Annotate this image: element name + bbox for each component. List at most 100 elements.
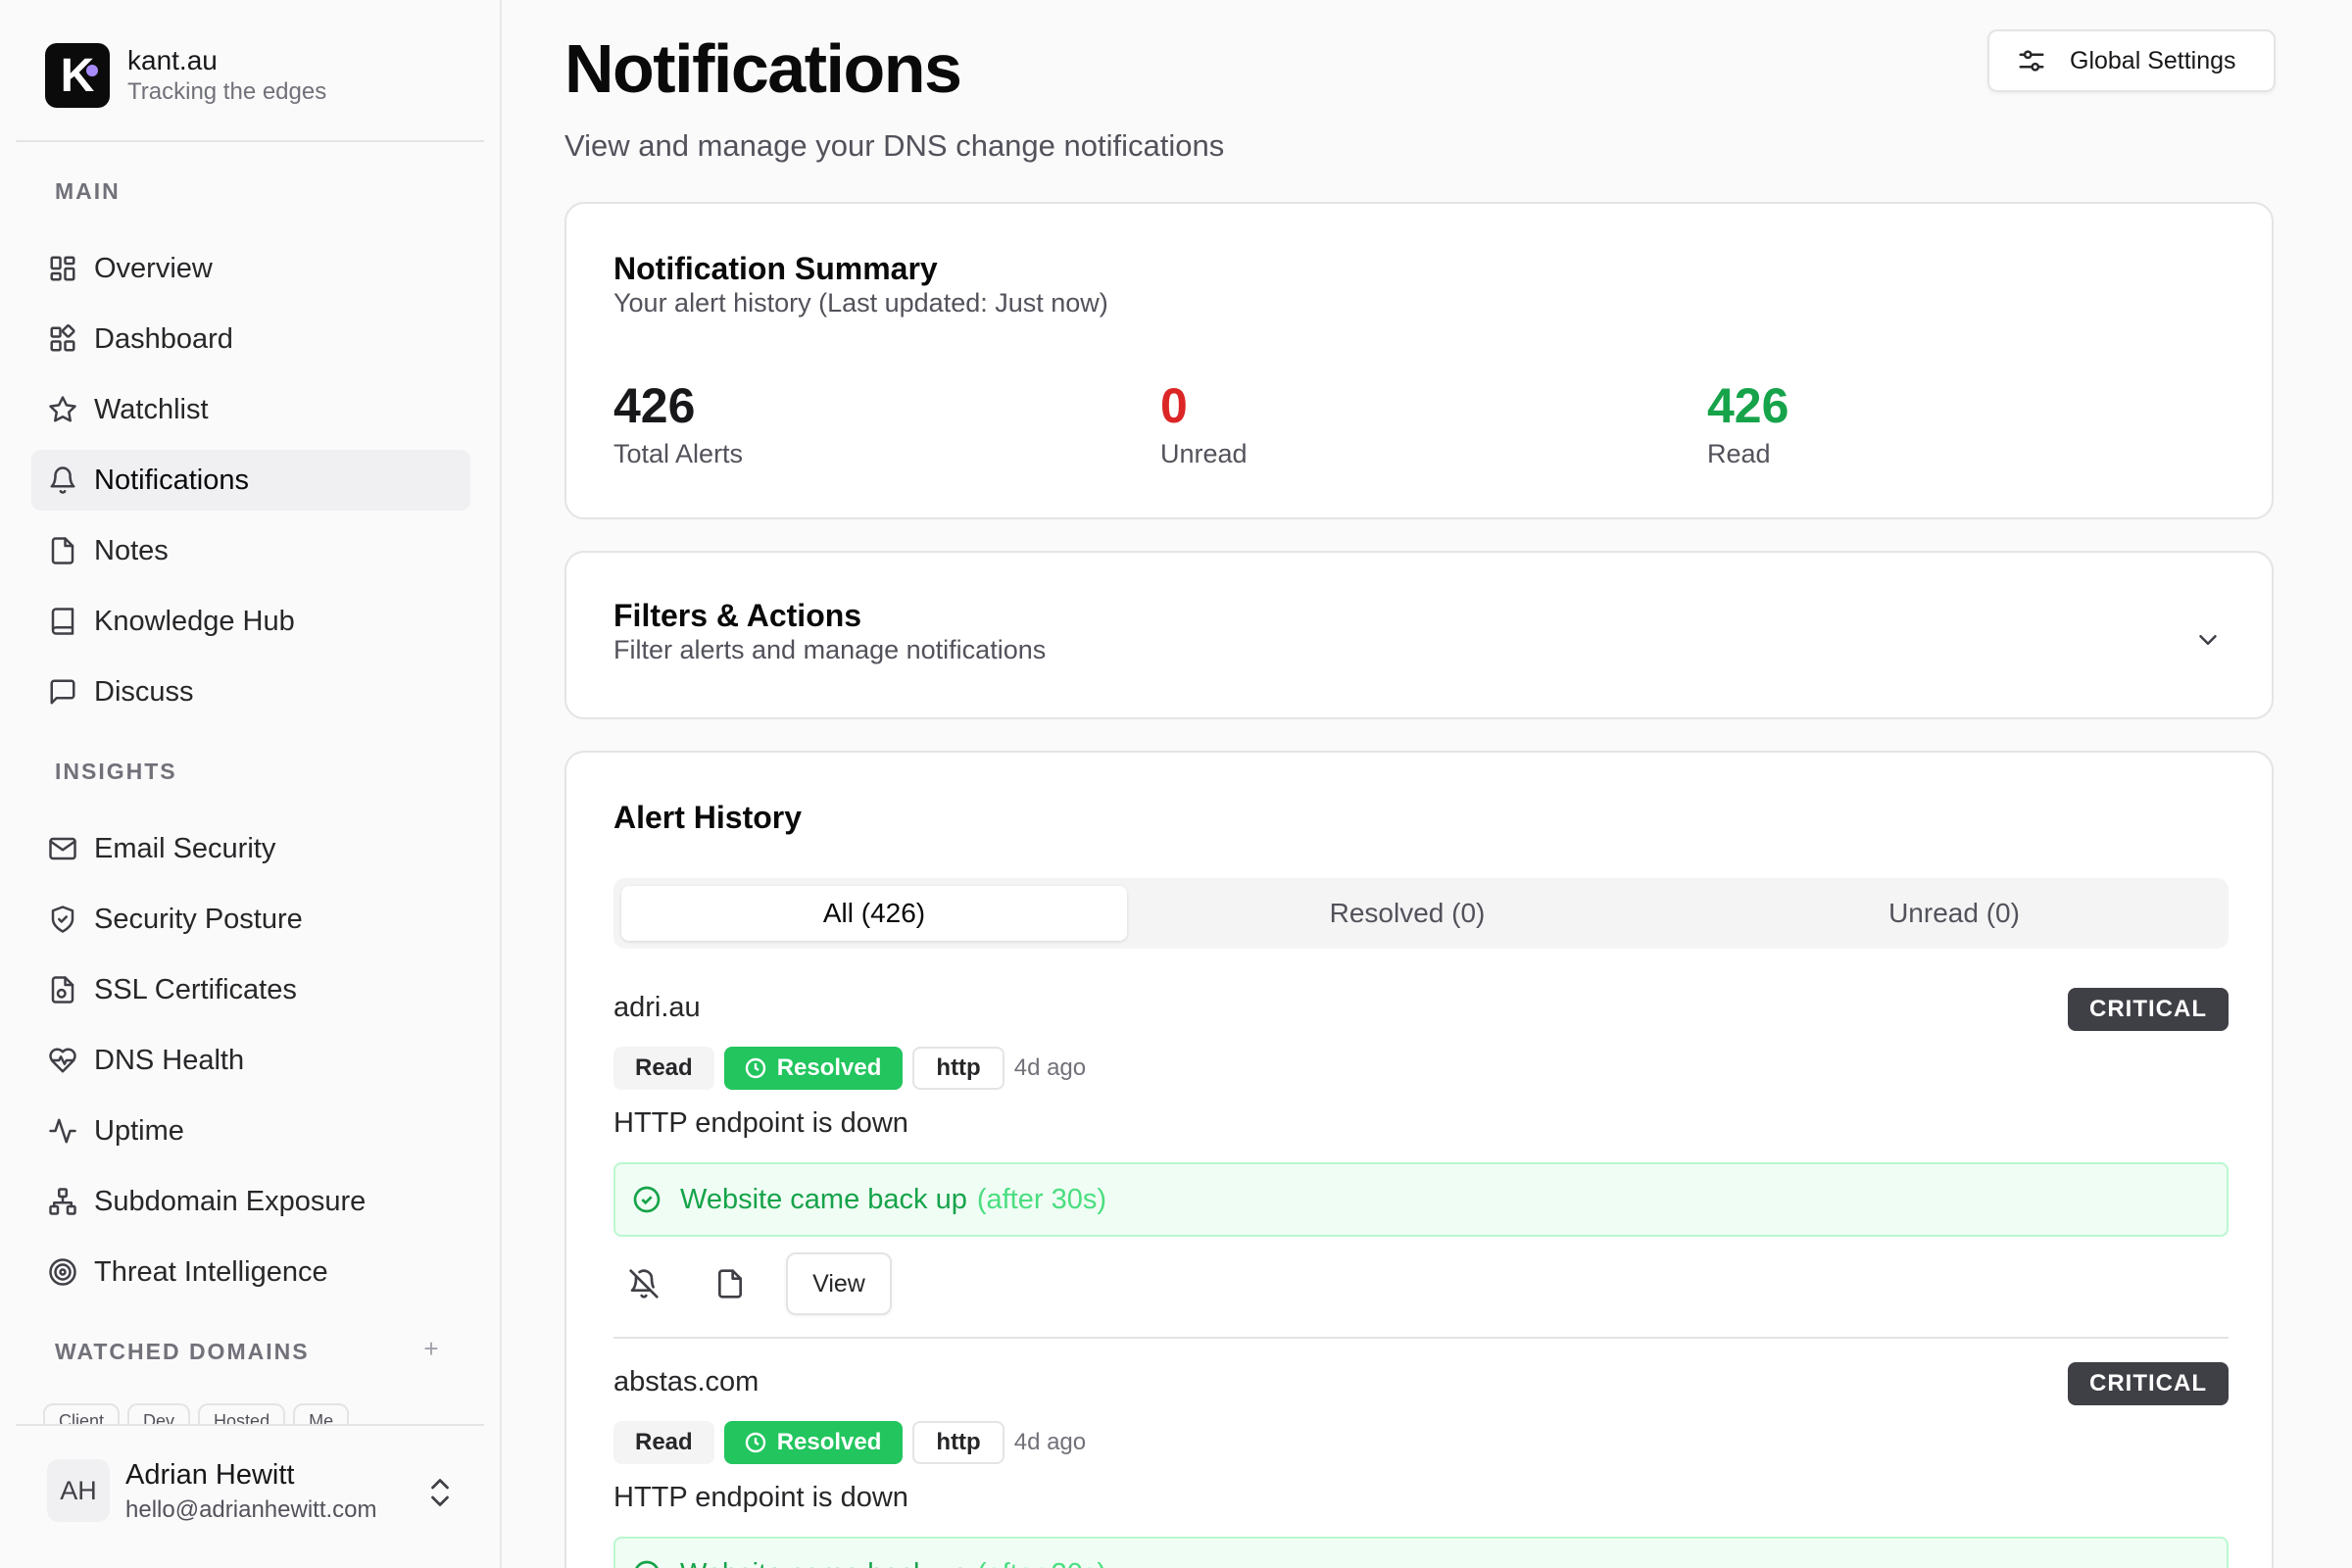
alert-message: HTTP endpoint is down [613, 1107, 908, 1139]
filters-title: Filters & Actions [613, 598, 862, 633]
recovery-text: Website came back up [680, 1558, 967, 1568]
stat-value: 426 [1707, 378, 1789, 433]
sidebar-item-label: Watchlist [94, 393, 209, 425]
stat-value: 0 [1160, 378, 1188, 433]
view-button[interactable]: View [786, 1252, 892, 1315]
sidebar-item-label: Discuss [94, 675, 194, 708]
domain-tag[interactable]: Client [43, 1403, 121, 1425]
page-subtitle: View and manage your DNS change notifica… [564, 128, 1225, 163]
alert-history-title: Alert History [613, 800, 803, 835]
severity-badge: CRITICAL [2068, 988, 2229, 1031]
domain-tag-row: Client Dev Hosted Me [43, 1403, 350, 1425]
recovery-detail: (after 30s) [976, 1183, 1107, 1215]
protocol-badge: http [912, 1047, 1004, 1090]
alert-time: 4d ago [1013, 1429, 1087, 1455]
filters-card[interactable]: Filters & Actions Filter alerts and mana… [564, 551, 2274, 719]
sidebar-item-label: DNS Health [94, 1044, 245, 1076]
grid-icon [47, 253, 78, 284]
book-icon [47, 606, 78, 637]
alert-domain[interactable]: adri.au [613, 992, 701, 1024]
sidebar-item-email-security[interactable]: Email Security [31, 818, 470, 879]
tab-unread[interactable]: Unread (0) [1688, 886, 2221, 941]
mute-button[interactable] [613, 1253, 674, 1314]
filters-subtitle: Filter alerts and manage notifications [613, 635, 1047, 664]
alert-message: HTTP endpoint is down [613, 1482, 908, 1513]
mail-icon [47, 833, 78, 864]
sidebar-item-dns-health[interactable]: DNS Health [31, 1030, 470, 1091]
file-icon [47, 535, 78, 566]
domain-tag[interactable]: Me [293, 1403, 350, 1425]
brand-tagline: Tracking the edges [127, 78, 327, 105]
logo-dot [86, 65, 98, 76]
stat-total: 426 Total Alerts [613, 376, 743, 469]
section-label-watched-domains: WATCHED DOMAINS [55, 1339, 310, 1364]
sidebar-item-threat-intelligence[interactable]: Threat Intelligence [31, 1242, 470, 1302]
severity-badge: CRITICAL [2068, 1362, 2229, 1405]
alert-time: 4d ago [1013, 1054, 1087, 1081]
add-domain-button[interactable]: + [419, 1336, 443, 1361]
protocol-badge: http [912, 1421, 1004, 1464]
sidebar-item-notifications[interactable]: Notifications [31, 450, 470, 511]
global-settings-label: Global Settings [2070, 46, 2236, 74]
stat-value: 426 [613, 378, 696, 433]
read-badge: Read [613, 1421, 714, 1464]
domain-tag[interactable]: Hosted [198, 1403, 286, 1425]
sidebar-item-overview[interactable]: Overview [31, 238, 470, 299]
alert-domain[interactable]: abstas.com [613, 1366, 759, 1398]
tab-all[interactable]: All (426) [621, 886, 1127, 941]
brand[interactable]: K kant.au Tracking the edges [45, 43, 326, 108]
clock-icon [745, 1057, 765, 1079]
divider [16, 140, 484, 142]
sidebar-item-ssl-certificates[interactable]: SSL Certificates [31, 959, 470, 1020]
page-title: Notifications [564, 30, 962, 107]
summary-card: Notification Summary Your alert history … [564, 202, 2274, 519]
network-icon [47, 1186, 78, 1217]
stat-label: Unread [1160, 439, 1248, 468]
stat-unread: 0 Unread [1160, 376, 1248, 469]
widgets-icon [47, 323, 78, 355]
recovery-detail: (after 30s) [977, 1558, 1106, 1568]
sidebar-item-label: Security Posture [94, 903, 303, 935]
check-circle-icon [635, 1560, 659, 1568]
sidebar-item-label: Subdomain Exposure [94, 1185, 367, 1217]
sidebar-item-label: Threat Intelligence [94, 1255, 328, 1288]
summary-subtitle: Your alert history (Last updated: Just n… [613, 288, 1108, 318]
star-icon [47, 394, 78, 425]
domain-tag[interactable]: Dev [127, 1403, 191, 1425]
sidebar-item-watchlist[interactable]: Watchlist [31, 379, 470, 440]
user-name: Adrian Hewitt [125, 1459, 295, 1491]
sidebar-item-label: Notifications [94, 464, 249, 496]
alert-history-card: Alert History All (426) Resolved (0) Unr… [564, 751, 2274, 1568]
global-settings-button[interactable]: Global Settings [1987, 29, 2276, 92]
shield-icon [47, 904, 78, 935]
avatar: AH [47, 1459, 110, 1522]
sidebar-item-discuss[interactable]: Discuss [31, 662, 470, 722]
stat-read: 426 Read [1707, 376, 1788, 469]
heart-pulse-icon [47, 1045, 78, 1076]
brand-name: kant.au [127, 45, 218, 75]
sidebar: K kant.au Tracking the edges MAIN Overvi… [0, 0, 502, 1568]
stat-label: Read [1707, 439, 1771, 468]
sidebar-item-dashboard[interactable]: Dashboard [31, 309, 470, 369]
sidebar-item-uptime[interactable]: Uptime [31, 1101, 470, 1161]
sidebar-item-subdomain-exposure[interactable]: Subdomain Exposure [31, 1171, 470, 1232]
sidebar-item-knowledge-hub[interactable]: Knowledge Hub [31, 591, 470, 652]
bell-off-icon [629, 1269, 659, 1298]
sidebar-item-label: Knowledge Hub [94, 605, 295, 637]
section-label-main: MAIN [55, 178, 121, 204]
user-menu[interactable]: AH Adrian Hewitt hello@adrianhewitt.com [16, 1424, 484, 1568]
add-note-button[interactable] [700, 1253, 760, 1314]
recovery-notice: Website came back up (after 30s) [613, 1537, 2229, 1568]
chevrons-up-down-icon[interactable] [425, 1473, 455, 1512]
bell-icon [47, 465, 78, 496]
sidebar-item-security-posture[interactable]: Security Posture [31, 889, 470, 950]
stat-label: Total Alerts [613, 439, 744, 468]
sidebar-item-notes[interactable]: Notes [31, 520, 470, 581]
sidebar-item-label: Dashboard [94, 322, 233, 355]
sidebar-item-label: Overview [94, 252, 213, 284]
resolved-badge: Resolved [723, 1047, 904, 1090]
chevron-down-icon[interactable] [2193, 625, 2223, 655]
resolved-label: Resolved [776, 1054, 882, 1081]
section-label-insights: INSIGHTS [55, 759, 177, 784]
tab-resolved[interactable]: Resolved (0) [1143, 886, 1672, 941]
